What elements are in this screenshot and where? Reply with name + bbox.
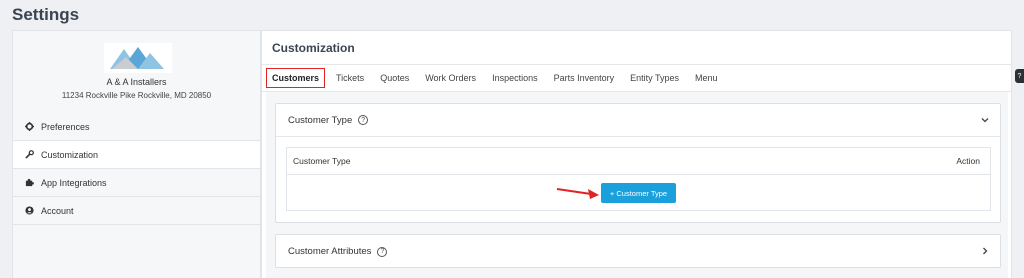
customer-type-panel: Customer Type ? Customer Type Action + C…: [275, 103, 1001, 223]
page-title: Settings: [12, 5, 80, 24]
customer-attributes-panel: Customer Attributes ?: [275, 234, 1001, 268]
customer-type-panel-header[interactable]: Customer Type ?: [276, 104, 1000, 137]
main-panel: Customization Customers Tickets Quotes W…: [261, 30, 1012, 278]
section-title: Customization: [272, 41, 355, 55]
tab-parts-inventory[interactable]: Parts Inventory: [546, 68, 623, 88]
help-icon[interactable]: ?: [358, 115, 369, 125]
sidebar-item-customization[interactable]: Customization: [13, 141, 260, 169]
chevron-right-icon[interactable]: [980, 246, 990, 256]
chevron-down-icon[interactable]: [980, 115, 990, 125]
table-header-row: Customer Type Action: [287, 148, 990, 175]
sidebar-item-preferences[interactable]: Preferences: [13, 113, 260, 141]
customer-attributes-panel-header[interactable]: Customer Attributes ?: [276, 235, 1000, 268]
panel-title: Customer Type: [288, 114, 353, 126]
customer-type-table: Customer Type Action + Customer Type: [286, 147, 991, 211]
tab-inspections[interactable]: Inspections: [484, 68, 546, 88]
divider: [262, 64, 1011, 65]
company-name: A & A Installers: [106, 77, 167, 87]
sidebar-item-label: App Integrations: [41, 177, 107, 188]
panel-title: Customer Attributes: [288, 246, 372, 257]
sidebar-item-label: Account: [41, 205, 74, 216]
sidebar-item-app-integrations[interactable]: App Integrations: [13, 169, 260, 197]
tab-customers[interactable]: Customers: [266, 68, 326, 88]
tab-bar: Customers Tickets Quotes Work Orders Ins…: [266, 67, 726, 89]
sidebar-nav: Preferences Customization App Integratio…: [13, 113, 260, 225]
sidebar-item-label: Preferences: [41, 121, 90, 132]
tab-quotes[interactable]: Quotes: [372, 68, 417, 88]
tab-menu[interactable]: Menu: [687, 68, 726, 88]
sidebar: A & A Installers 11234 Rockville Pike Ro…: [12, 30, 261, 278]
red-arrow-annotation: [556, 188, 599, 199]
help-icon[interactable]: ?: [377, 246, 388, 257]
add-customer-type-button[interactable]: + Customer Type: [601, 183, 676, 203]
tab-entity-types[interactable]: Entity Types: [622, 68, 687, 88]
puzzle-icon: [25, 178, 34, 187]
sidebar-item-account[interactable]: Account: [13, 197, 260, 225]
tab-content: Customer Type ? Customer Type Action + C…: [266, 92, 1008, 278]
column-header-action: Action: [956, 156, 980, 166]
tab-tickets[interactable]: Tickets: [328, 68, 372, 88]
sidebar-item-label: Customization: [41, 149, 99, 160]
column-header-customer-type: Customer Type: [293, 156, 351, 166]
company-logo: [104, 43, 172, 73]
tab-work-orders[interactable]: Work Orders: [417, 68, 484, 88]
company-address: 11234 Rockville Pike Rockville, MD 20850: [61, 91, 212, 100]
gear-icon: [25, 122, 34, 131]
help-widget-tab[interactable]: ?: [1015, 69, 1024, 83]
wrench-icon: [25, 150, 34, 159]
user-circle-icon: [25, 206, 34, 215]
